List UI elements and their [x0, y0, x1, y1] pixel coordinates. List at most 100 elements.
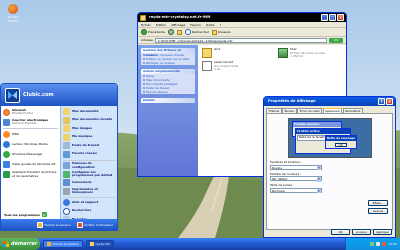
network-tray-icon[interactable]: [370, 242, 375, 246]
taskbar-item-label: rayda-mtr: [95, 241, 111, 246]
desktop-icon-firefox[interactable]: Mozilla Firefox: [3, 4, 23, 23]
place-network[interactable]: Favoris réseau: [141, 90, 195, 94]
file-item[interactable]: Setv Fichier de noms visuels 1 456 Ko: [278, 47, 325, 59]
minimize-button[interactable]: _: [321, 14, 328, 21]
taskbar-item-explorer[interactable]: rayda-mtr: [85, 240, 115, 248]
separator: [63, 196, 115, 197]
place-network[interactable]: Favoris réseau: [63, 150, 115, 158]
transfer-wizard-icon: [3, 171, 10, 178]
folders-button[interactable]: Dossiers: [211, 29, 231, 35]
item-title: Favoris réseau: [72, 151, 97, 156]
search-icon: [63, 207, 70, 215]
media-player-icon: [3, 141, 10, 148]
dialog-titlebar[interactable]: Propriétés de Affichage ? ×: [264, 97, 395, 106]
program-transfer-wizard[interactable]: Assistant Transfert de fichiers et de pa…: [3, 171, 58, 179]
start-menu-footer: Fermer la session Arrêter l'ordinateur: [1, 219, 117, 230]
program-email[interactable]: Courrier électronique Outlook Express: [3, 118, 58, 126]
ok-button[interactable]: OK: [331, 229, 350, 235]
place-connections[interactable]: Connexions: [63, 179, 115, 186]
place-control-panel[interactable]: Panneau de configuration: [63, 162, 115, 169]
program-media-player[interactable]: Lecteur Windows Media: [3, 141, 58, 149]
menu-help[interactable]: ?: [220, 22, 222, 27]
setting-font-size: Taille de police : Normale: [270, 183, 389, 193]
place-help[interactable]: Aide et support: [63, 199, 115, 206]
place-my-computer[interactable]: Poste de travail: [63, 142, 115, 149]
place-recent-documents[interactable]: Mes documents récents: [63, 116, 115, 124]
folder-icon: [140, 14, 146, 21]
display-properties-dialog[interactable]: Propriétés de Affichage ? × Thèmes Burea…: [263, 96, 396, 238]
forward-arrow-icon[interactable]: [167, 29, 174, 35]
menu-view[interactable]: Affichage: [171, 22, 185, 27]
folders-icon: [211, 29, 217, 35]
program-internet[interactable]: Internet Mozilla Firefox: [3, 108, 58, 116]
file-item[interactable]: Grid: [202, 47, 220, 58]
maximize-button[interactable]: □: [329, 14, 336, 21]
all-programs-button[interactable]: Tous les programmes ▸: [4, 212, 57, 217]
place-my-documents[interactable]: Mes documents: [63, 108, 115, 115]
network-icon: [63, 150, 70, 158]
close-button[interactable]: ×: [386, 98, 393, 105]
volume-tray-icon[interactable]: [376, 242, 381, 246]
advanced-button[interactable]: Avancé: [368, 208, 388, 214]
logoff-icon: [47, 242, 51, 246]
tour-icon: [3, 161, 10, 168]
item-title: Ma musique: [72, 134, 93, 139]
shutdown-button[interactable]: Arrêter l'ordinateur: [76, 221, 113, 228]
menu-favorites[interactable]: Favoris: [190, 22, 201, 27]
cancel-button[interactable]: Annuler: [352, 229, 371, 235]
search-button[interactable]: Rechercher: [184, 29, 209, 35]
close-button[interactable]: ×: [337, 14, 344, 21]
address-field[interactable]: C:\DOCUME~1\Owner\LOCALS~1\Temp\rayda-mt…: [154, 37, 327, 43]
system-tray: 14:00: [345, 238, 400, 250]
help-button[interactable]: ?: [378, 98, 385, 105]
butterfly-logo-icon: [8, 90, 17, 99]
details-panel: Détails: [141, 98, 195, 103]
file-item[interactable]: Lisez-moi.txt Document texte 1 Ko: [202, 60, 238, 72]
start-button[interactable]: démarrer: [0, 238, 40, 250]
program-tour[interactable]: Visite guidée de Windows XP: [3, 161, 58, 169]
place-printers[interactable]: Imprimantes et télécopieurs: [63, 187, 115, 195]
details-header[interactable]: Détails: [141, 98, 195, 103]
logoff-icon: [36, 221, 43, 228]
task-share-folder[interactable]: Partager ce dossier: [141, 61, 195, 65]
messenger-icon: [3, 151, 10, 158]
place-my-pictures[interactable]: Mes images: [63, 125, 115, 132]
program-msn[interactable]: MSN: [3, 131, 58, 139]
default-programs-icon: [63, 170, 70, 178]
security-tray-icon[interactable]: [382, 242, 387, 246]
other-places-panel: Autres emplacements Temp Mes documents D…: [141, 69, 195, 94]
windows-flag-icon: [3, 241, 9, 247]
back-button[interactable]: Précédente: [141, 29, 165, 35]
item-title: Panneau de configuration: [72, 161, 95, 169]
start-menu: Clubic.com Internet Mozilla Firefox Courr…: [0, 83, 118, 231]
separator: [3, 128, 58, 129]
address-label: Adresse: [141, 38, 153, 42]
menu-edit[interactable]: Edition: [156, 22, 166, 27]
arrow-right-icon: ▸: [41, 212, 47, 217]
logoff-button[interactable]: Fermer la session: [36, 221, 71, 228]
start-menu-places: Mes documents Mes documents récents Mes …: [60, 106, 117, 223]
effects-button[interactable]: Effets...: [368, 200, 388, 206]
windows-buttons-select[interactable]: Royale: [270, 164, 322, 170]
item-title: Windows Messenger: [12, 151, 43, 156]
up-folder-icon[interactable]: [176, 29, 182, 35]
clock[interactable]: 14:00: [388, 242, 397, 246]
menu-tools[interactable]: Outils: [206, 22, 215, 27]
documents-folder-icon: [63, 108, 70, 115]
place-default-programs[interactable]: Configurer les programmes par défaut: [63, 170, 115, 178]
appearance-panel: Fenêtre inactive Fenêtre active Texte de…: [266, 113, 393, 230]
program-messenger[interactable]: Windows Messenger: [3, 151, 58, 159]
go-button[interactable]: OK: [329, 37, 343, 43]
all-programs-label: Tous les programmes: [4, 212, 40, 217]
font-size-select[interactable]: Normale: [270, 187, 322, 193]
user-avatar[interactable]: [5, 87, 20, 103]
menu-file[interactable]: Fichier: [141, 22, 151, 27]
place-my-music[interactable]: Ma musique: [63, 133, 115, 141]
logoff-label: Fermer la session: [44, 222, 71, 227]
explorer-titlebar[interactable]: rayda-mtr-crystalsy.net.fr-969 _ □ ×: [138, 13, 346, 22]
apply-button[interactable]: Appliquer: [373, 229, 392, 235]
taskbar-item-logoff[interactable]: Fermer la session: [43, 240, 83, 248]
item-title: Mes documents: [72, 108, 99, 113]
place-search[interactable]: Rechercher: [63, 207, 115, 215]
color-scheme-select[interactable]: Par défaut: [270, 176, 322, 182]
